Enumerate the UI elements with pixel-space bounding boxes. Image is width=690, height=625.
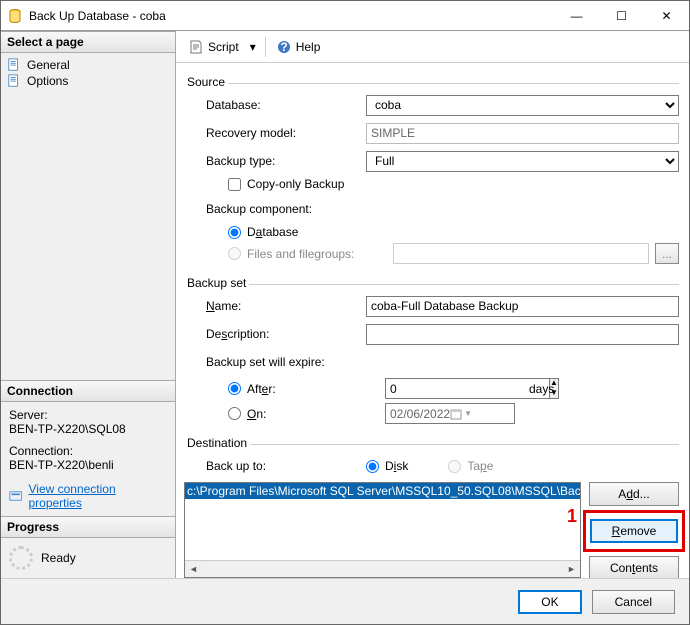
database-label: Database: — [206, 98, 366, 112]
properties-icon — [9, 489, 22, 503]
page-icon — [7, 74, 21, 88]
name-label: Name: — [206, 299, 366, 313]
toolbar: Script ▾ ? Help — [176, 31, 689, 63]
tape-radio — [448, 460, 461, 473]
script-button[interactable]: Script — [184, 37, 243, 57]
backup-type-select[interactable]: Full — [366, 151, 679, 172]
server-label: Server: — [9, 408, 167, 422]
copy-only-label: Copy-only Backup — [247, 177, 344, 191]
source-legend: Source — [184, 75, 228, 89]
callout-one: 1 — [567, 506, 577, 527]
after-radio[interactable] — [228, 382, 241, 395]
server-value: BEN-TP-X220\SQL08 — [9, 422, 167, 436]
window-title: Back Up Database - coba — [29, 9, 554, 23]
page-icon — [7, 58, 21, 72]
backup-set-legend: Backup set — [184, 276, 249, 290]
titlebar[interactable]: Back Up Database - coba — ☐ ✕ — [1, 1, 689, 31]
backupto-label: Back up to: — [206, 459, 366, 473]
connection-value: BEN-TP-X220\benli — [9, 458, 167, 472]
destination-item[interactable]: c:\Program Files\Microsoft SQL Server\MS… — [185, 483, 580, 499]
on-date: 02/06/2022 ▼ — [385, 403, 515, 424]
separator — [265, 37, 266, 57]
on-radio[interactable] — [228, 407, 241, 420]
desc-input[interactable] — [366, 324, 679, 345]
close-button[interactable]: ✕ — [644, 1, 689, 30]
files-text — [393, 243, 649, 264]
tape-label: Tape — [467, 459, 493, 473]
remove-button[interactable]: Remove — [590, 519, 678, 543]
cancel-button[interactable]: Cancel — [592, 590, 675, 614]
maximize-button[interactable]: ☐ — [599, 1, 644, 30]
connection-header: Connection — [1, 380, 175, 402]
calendar-icon — [450, 408, 462, 420]
desc-label: Description: — [206, 327, 366, 341]
sidebar: Select a page General Options Connection… — [1, 31, 176, 578]
files-browse-button: ... — [655, 243, 679, 264]
copy-only-checkbox[interactable] — [228, 178, 241, 191]
after-spinner[interactable]: ▲▼ — [385, 378, 515, 399]
svg-text:?: ? — [280, 40, 287, 54]
help-button[interactable]: ? Help — [272, 37, 325, 57]
component-database-label: Database — [247, 225, 298, 239]
expire-label: Backup set will expire: — [206, 355, 366, 369]
sidebar-item-label: General — [27, 58, 70, 72]
backup-type-label: Backup type: — [206, 154, 366, 168]
spinner-icon — [9, 546, 33, 570]
component-database-radio[interactable] — [228, 226, 241, 239]
destination-legend: Destination — [184, 436, 250, 450]
add-button[interactable]: Add... — [589, 482, 679, 506]
destination-list[interactable]: c:\Program Files\Microsoft SQL Server\MS… — [184, 482, 581, 578]
backup-set-group: Backup set Name: Name: Description: Desc… — [184, 276, 679, 430]
database-icon — [7, 8, 23, 24]
script-dropdown[interactable]: ▾ — [247, 38, 259, 56]
name-input[interactable] — [366, 296, 679, 317]
scroll-left-icon[interactable]: ◄ — [185, 561, 202, 578]
disk-radio[interactable] — [366, 460, 379, 473]
contents-button[interactable]: Contents — [589, 556, 679, 578]
sidebar-item-options[interactable]: Options — [5, 73, 171, 89]
recovery-value — [366, 123, 679, 144]
view-connection-link[interactable]: View connection properties — [28, 482, 167, 510]
component-files-radio — [228, 247, 241, 260]
footer: OK Cancel — [1, 578, 689, 624]
after-label: After: — [247, 382, 379, 396]
progress-text: Ready — [41, 551, 76, 565]
on-label: On: — [247, 407, 379, 421]
after-unit: days — [529, 382, 554, 396]
sidebar-item-label: Options — [27, 74, 68, 88]
database-select[interactable]: coba — [366, 95, 679, 116]
progress-header: Progress — [1, 516, 175, 538]
sidebar-item-general[interactable]: General — [5, 57, 171, 73]
help-icon: ? — [276, 39, 292, 55]
disk-label: Disk — [385, 459, 408, 473]
destination-group: Destination Back up to: Disk Disk — [184, 436, 679, 578]
source-group: Source Database: coba Recovery model: Ba… — [184, 75, 679, 270]
remove-highlight: Remove Remove — [583, 510, 685, 552]
recovery-label: Recovery model: — [206, 126, 366, 140]
minimize-button[interactable]: — — [554, 1, 599, 30]
component-files-label: Files and filegroups: — [247, 247, 387, 261]
component-label: Backup component: — [206, 202, 366, 216]
ok-button[interactable]: OK — [518, 590, 581, 614]
select-page-header: Select a page — [1, 31, 175, 53]
connection-label: Connection: — [9, 444, 167, 458]
scroll-right-icon[interactable]: ► — [563, 561, 580, 578]
scrollbar-horizontal[interactable]: ◄ ► — [185, 560, 580, 577]
after-value[interactable] — [385, 378, 549, 399]
script-icon — [188, 39, 204, 55]
